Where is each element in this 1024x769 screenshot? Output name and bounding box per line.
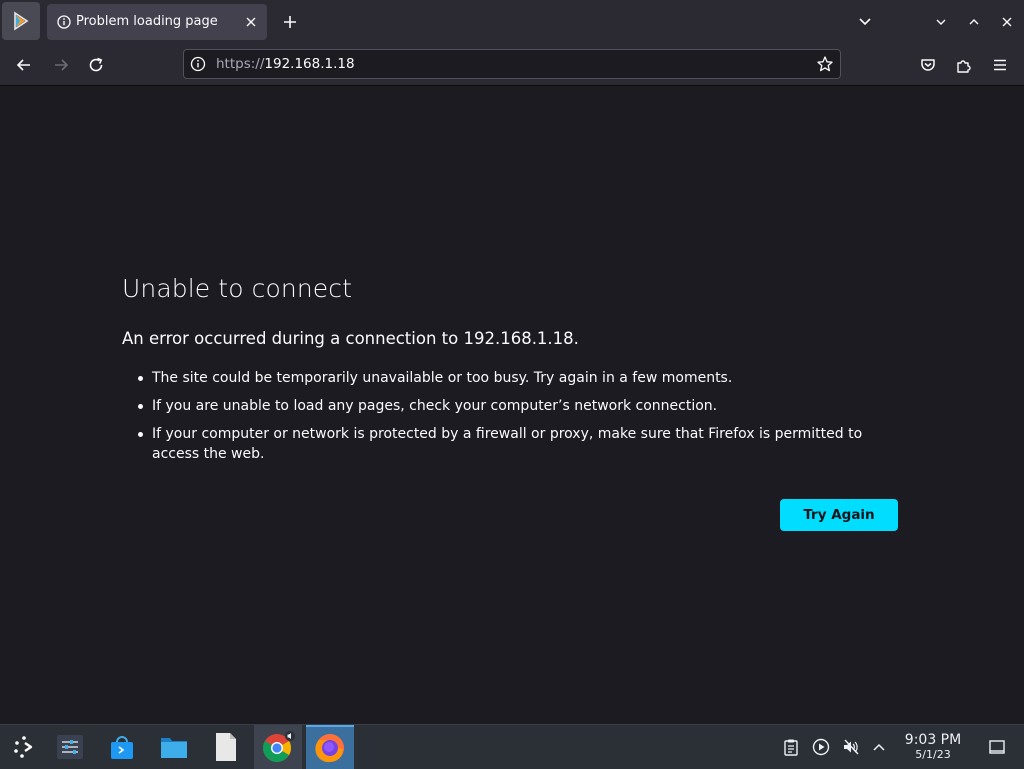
url-scheme: https:// [216, 56, 265, 72]
media-player-icon[interactable] [812, 738, 830, 756]
maximize-icon[interactable] [965, 13, 983, 31]
application-launcher-button[interactable] [0, 725, 48, 769]
tab-title: Problem loading page [76, 14, 218, 29]
new-tab-icon[interactable] [280, 12, 300, 32]
url-text: https://192.168.1.18 [216, 56, 355, 72]
back-icon[interactable] [14, 55, 34, 75]
forward-icon[interactable] [51, 55, 71, 75]
close-window-icon[interactable] [998, 13, 1016, 31]
error-description: An error occurred during a connection to… [122, 329, 579, 348]
show-desktop-icon[interactable] [988, 738, 1006, 756]
chrome-icon [263, 731, 295, 762]
taskbar: 9:03 PM 5/1/23 [0, 724, 1024, 769]
site-info-icon[interactable] [190, 56, 206, 72]
tray-expand-icon[interactable] [870, 738, 888, 756]
navigation-toolbar: https://192.168.1.18 [0, 44, 1024, 86]
url-host: 192.168.1.18 [264, 56, 355, 72]
file-manager-icon [161, 738, 187, 758]
window-menu-icon [14, 11, 29, 31]
minimize-icon[interactable] [932, 13, 950, 31]
pocket-icon[interactable] [918, 55, 938, 75]
window-menu-button[interactable] [2, 2, 40, 40]
text-file-button[interactable] [202, 725, 250, 769]
clipboard-icon[interactable] [782, 738, 800, 756]
firefox-taskbar-button[interactable] [306, 725, 354, 769]
tab-problem-loading-page[interactable]: Problem loading page [47, 4, 267, 40]
url-bar[interactable]: https://192.168.1.18 [183, 49, 841, 79]
discover-store-icon [111, 736, 133, 759]
page-content: Unable to connect An error occurred duri… [0, 86, 1024, 724]
volume-muted-icon[interactable] [842, 738, 860, 756]
application-launcher-icon [14, 736, 33, 758]
firefox-icon [315, 734, 344, 763]
clock-time: 9:03 PM [904, 732, 962, 748]
system-settings-button[interactable] [46, 725, 94, 769]
list-item: If your computer or network is protected… [122, 424, 882, 464]
error-title: Unable to connect [122, 274, 353, 303]
file-manager-button[interactable] [150, 725, 198, 769]
clock-date: 5/1/23 [915, 748, 951, 761]
extensions-icon[interactable] [954, 55, 974, 75]
hamburger-menu-icon[interactable] [990, 55, 1010, 75]
discover-store-button[interactable] [98, 725, 146, 769]
error-suggestions-list: The site could be temporarily unavailabl… [122, 368, 882, 472]
list-all-tabs-icon[interactable] [856, 13, 874, 31]
tab-strip: Problem loading page [0, 0, 1024, 44]
list-item: If you are unable to load any pages, che… [122, 396, 882, 416]
chrome-taskbar-button[interactable] [254, 725, 302, 769]
bookmark-star-icon[interactable] [816, 55, 834, 73]
try-again-button[interactable]: Try Again [780, 499, 898, 531]
close-tab-icon[interactable] [243, 14, 259, 30]
text-file-icon [216, 733, 236, 761]
system-settings-icon [57, 735, 83, 759]
reload-icon[interactable] [86, 55, 106, 75]
list-item: The site could be temporarily unavailabl… [122, 368, 882, 388]
info-icon [57, 15, 71, 29]
